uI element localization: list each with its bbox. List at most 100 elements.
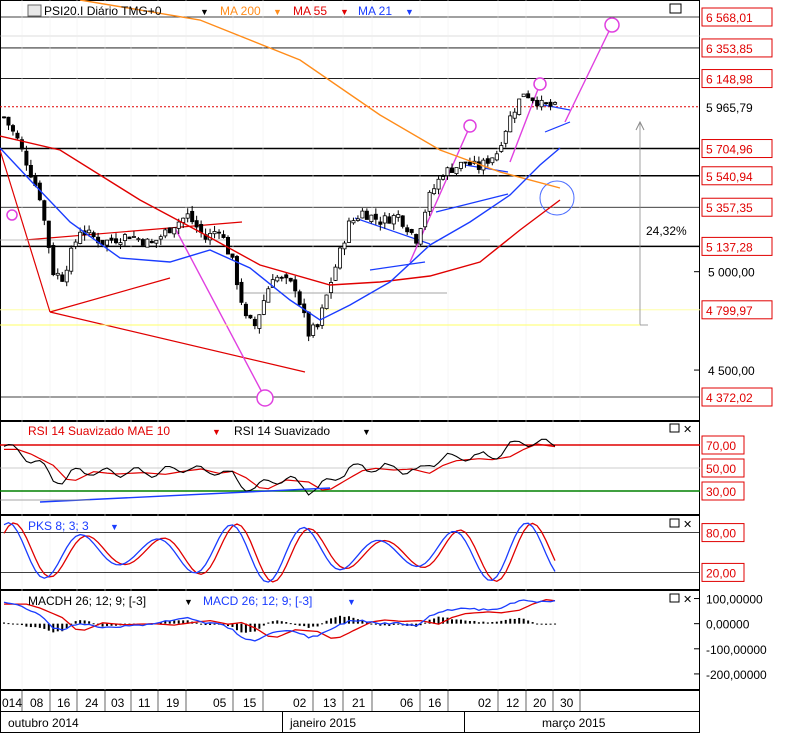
maximize-icon[interactable] xyxy=(669,593,680,603)
macd-histogram-bar xyxy=(258,623,261,629)
candle-body xyxy=(217,231,222,234)
candle-body xyxy=(553,102,558,105)
candle-body xyxy=(185,213,190,219)
candle-body xyxy=(508,115,513,133)
candle-body xyxy=(172,227,177,235)
candle-body xyxy=(360,210,365,219)
macd-level-label: 0,00000 xyxy=(706,618,750,632)
ma200-label[interactable]: MA 200 xyxy=(220,4,261,18)
candle-body xyxy=(526,93,531,99)
symbol-label[interactable]: PSI20.I Diário TMG+0 xyxy=(44,4,162,18)
macd-histogram-bar xyxy=(549,623,552,625)
stock-chart: 6 568,01 6 353,85 6 148,98 5 965,79 5 704,96… xyxy=(0,0,773,733)
rsi-mae-label[interactable]: RSI 14 Suavizado MAE 10 xyxy=(28,424,170,438)
macd-histogram-bar xyxy=(513,618,516,624)
candle-body xyxy=(364,210,369,220)
macd-histogram-bar xyxy=(554,623,557,625)
candle-body xyxy=(131,236,136,238)
candle-body xyxy=(73,241,78,247)
candle-body xyxy=(239,281,244,303)
candle-body xyxy=(136,238,141,241)
candle-body xyxy=(311,324,316,336)
maximize-icon[interactable] xyxy=(669,3,682,14)
close-icon[interactable]: ✕ xyxy=(683,519,692,531)
candle-body xyxy=(382,215,387,224)
candle-body xyxy=(432,188,437,195)
macd-histogram-bar xyxy=(477,622,480,624)
dropdown-icon[interactable]: ▼ xyxy=(347,597,356,607)
candle-body xyxy=(145,238,150,248)
macd-histogram-bar xyxy=(307,623,310,628)
macd-histogram-bar xyxy=(168,621,171,624)
dropdown-icon[interactable]: ▼ xyxy=(405,7,414,17)
macd-level-label: -100,00000 xyxy=(706,643,767,657)
rsi-label[interactable]: RSI 14 Suavizado xyxy=(234,424,330,438)
x-day-label: 13 xyxy=(323,696,337,710)
macd-histogram-bar xyxy=(29,623,32,628)
candle-body xyxy=(122,234,127,242)
candle-body xyxy=(490,157,495,164)
dropdown-icon[interactable]: ▼ xyxy=(184,597,193,607)
candle-body xyxy=(266,288,271,303)
candle-body xyxy=(387,216,392,224)
price-label: 5 540,94 xyxy=(706,170,753,184)
target-marker xyxy=(6,209,18,221)
price-label: 4 500,00 xyxy=(708,364,755,378)
candle-body xyxy=(530,97,535,102)
dropdown-icon[interactable]: ▼ xyxy=(200,7,209,17)
macd-histogram-bar xyxy=(106,623,109,626)
macd-histogram-bar xyxy=(397,623,400,625)
ma55-label[interactable]: MA 55 xyxy=(293,4,327,18)
macd-histogram-bar xyxy=(482,621,485,624)
macd-histogram-bar xyxy=(3,622,5,624)
macd-histogram-bar xyxy=(527,620,530,624)
candle-body xyxy=(118,242,123,246)
candle-body xyxy=(324,294,329,310)
candle-body xyxy=(28,164,33,178)
target-marker xyxy=(463,119,477,133)
maximize-icon[interactable] xyxy=(669,423,680,433)
rsi-level-label: 70,00 xyxy=(706,439,736,453)
macd-histogram-bar xyxy=(177,620,180,624)
dropdown-icon[interactable]: ▼ xyxy=(110,522,119,532)
pks-label[interactable]: PKS 8; 3; 3 xyxy=(28,519,89,533)
candle-body xyxy=(297,291,302,306)
candle-body xyxy=(252,318,257,327)
dropdown-icon[interactable]: ▼ xyxy=(212,427,221,437)
macd-histogram-bar xyxy=(280,621,283,624)
symbol-icon[interactable] xyxy=(27,4,42,17)
macd-histogram-bar xyxy=(459,619,462,624)
maximize-icon[interactable] xyxy=(669,518,680,528)
macd-histogram-bar xyxy=(92,623,95,625)
candle-body xyxy=(306,311,311,337)
x-day-label: 06 xyxy=(400,696,414,710)
candle-body xyxy=(427,191,432,212)
candle-body xyxy=(441,176,446,180)
macdh-label[interactable]: MACDH 26; 12; 9; [-3] xyxy=(28,594,146,608)
candle-body xyxy=(548,101,553,107)
macd-histogram-bar xyxy=(294,623,297,625)
macd-histogram-bar xyxy=(495,621,498,624)
macd-label[interactable]: MACD 26; 12; 9; [-3] xyxy=(203,594,312,608)
macd-level-label: 100,00000 xyxy=(706,593,763,607)
percent-annotation: 24,32% xyxy=(646,224,687,238)
dropdown-icon[interactable]: ▼ xyxy=(340,7,349,17)
price-label: 5 704,96 xyxy=(706,143,753,157)
macd-histogram-bar xyxy=(43,623,46,629)
candle-body xyxy=(60,274,65,282)
dropdown-icon[interactable]: ▼ xyxy=(273,7,282,17)
candle-body xyxy=(230,253,235,258)
macd-histogram-bar xyxy=(321,623,324,625)
ma21-label[interactable]: MA 21 xyxy=(358,4,392,18)
close-icon[interactable]: ✕ xyxy=(683,594,692,606)
close-icon[interactable]: ✕ xyxy=(683,424,692,436)
dropdown-icon[interactable]: ▼ xyxy=(362,427,371,437)
macd-histogram-bar xyxy=(518,617,521,624)
candle-body xyxy=(10,125,15,132)
rsi-level-label: 50,00 xyxy=(706,462,736,476)
stoch-level-label: 20,00 xyxy=(706,566,736,580)
candle-body xyxy=(485,158,490,164)
price-label: 6 148,98 xyxy=(706,73,753,87)
target-marker xyxy=(533,77,547,91)
rsi-level-label: 30,00 xyxy=(706,485,736,499)
